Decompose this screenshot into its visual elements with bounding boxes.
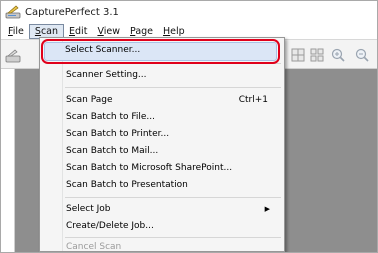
menu-item-scanner-setting[interactable]: Scanner Setting...: [66, 67, 276, 84]
menu-item-label: Scan Batch to Mail...: [66, 146, 159, 156]
triangle-right-icon: ▶: [264, 205, 270, 213]
zoom-in-icon[interactable]: [331, 48, 345, 62]
menu-item-scan-batch-printer[interactable]: Scan Batch to Printer...: [66, 126, 276, 143]
menu-item-label: Cancel Scan: [66, 242, 122, 252]
menu-help-rest: elp: [170, 25, 185, 37]
scan-menu-dropdown: Select Scanner... Scanner Setting... Sca…: [39, 37, 285, 252]
menu-item-label: Scan Batch to Presentation: [66, 180, 188, 190]
scan-icon[interactable]: [5, 48, 21, 63]
menu-item-scan-batch-file[interactable]: Scan Batch to File...: [66, 109, 276, 126]
menu-item-label: Scanner Setting...: [66, 70, 147, 80]
menu-view-rest: iew: [103, 25, 120, 37]
menu-separator: [65, 197, 281, 198]
title-bar: CapturePerfect 3.1: [1, 1, 377, 23]
menu-separator: [65, 87, 281, 88]
menu-item-create-delete-job[interactable]: Create/Delete Job...: [66, 218, 276, 235]
menu-item-label: Scan Page: [66, 95, 113, 105]
menu-item-scan-batch-presentation[interactable]: Scan Batch to Presentation: [66, 177, 276, 194]
menu-item-label: Scan Batch to Printer...: [66, 129, 170, 139]
menu-item-scan-page[interactable]: Scan Page Ctrl+1: [66, 92, 276, 109]
menu-page-rest: age: [135, 25, 154, 37]
menu-item-scan-batch-mail[interactable]: Scan Batch to Mail...: [66, 143, 276, 160]
menu-item-shortcut: Ctrl+1: [238, 95, 268, 105]
menu-scan-rest: can: [40, 25, 59, 37]
thumbnail-strip: [1, 69, 15, 252]
window-title: CapturePerfect 3.1: [25, 6, 119, 18]
menu-item-label: Select Job: [66, 204, 111, 214]
layout-grid-icon[interactable]: [291, 48, 305, 62]
scanner-app-icon: [5, 4, 21, 20]
menu-gutter: [62, 40, 63, 251]
app-window: CapturePerfect 3.1 File Scan Edit View P…: [0, 0, 378, 253]
menu-item-cancel-scan: Cancel Scan: [66, 239, 276, 252]
menu-separator: [65, 237, 281, 238]
menu-edit-rest: dit: [75, 25, 88, 37]
menu-file-rest: ile: [12, 25, 24, 37]
zoom-out-icon[interactable]: [355, 48, 369, 62]
layout-thumbs-icon[interactable]: [310, 48, 324, 62]
menu-item-scan-batch-sharepoint[interactable]: Scan Batch to Microsoft SharePoint...: [66, 160, 276, 177]
menu-file[interactable]: File: [3, 24, 29, 39]
menu-item-label: Create/Delete Job...: [66, 221, 154, 231]
menu-item-select-job[interactable]: Select Job ▶: [66, 201, 276, 218]
callout-highlight-box: [41, 39, 280, 64]
menu-item-label: Scan Batch to File...: [66, 112, 156, 122]
menu-item-label: Scan Batch to Microsoft SharePoint...: [66, 163, 233, 173]
